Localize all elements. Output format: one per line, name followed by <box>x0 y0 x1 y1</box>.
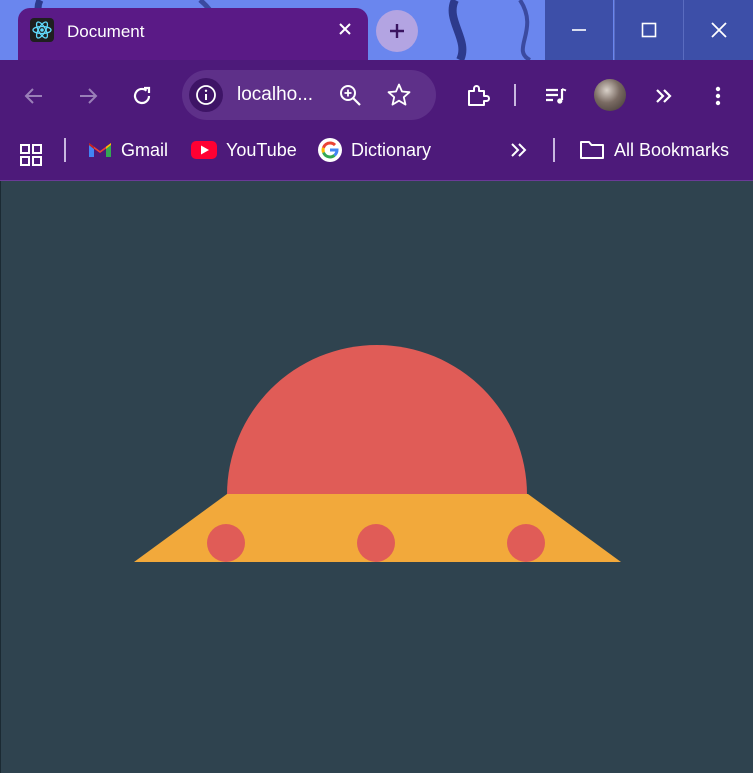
chevron-double-right-icon <box>511 143 527 157</box>
maximize-icon <box>641 22 657 38</box>
youtube-icon <box>191 141 217 159</box>
apps-grid-icon <box>20 144 42 166</box>
bookmark-label: Gmail <box>121 139 169 160</box>
bookmark-dictionary[interactable]: Dictionary <box>318 132 431 168</box>
ufo-dome <box>227 345 527 495</box>
bookmarks-divider <box>553 138 555 162</box>
folder-icon <box>579 139 605 161</box>
bookmarks-divider <box>64 138 66 162</box>
extensions-icon <box>468 85 490 106</box>
maximize-button[interactable] <box>614 0 683 60</box>
zoom-icon[interactable] <box>337 82 363 113</box>
more-bookmarks-button[interactable] <box>508 132 530 168</box>
back-icon <box>24 88 42 104</box>
all-bookmarks-button[interactable]: All Bookmarks <box>579 132 729 168</box>
apps-button[interactable] <box>19 137 43 173</box>
media-control-button[interactable] <box>538 78 574 114</box>
gmail-icon <box>88 141 112 159</box>
tab-document[interactable]: Document <box>18 8 368 60</box>
menu-icon <box>715 86 721 106</box>
site-info-icon[interactable] <box>189 78 223 112</box>
reload-icon <box>133 86 151 105</box>
all-bookmarks-label: All Bookmarks <box>614 139 730 160</box>
bookmarks-bar: Gmail YouTube Dictionary All Bookmarks <box>0 132 753 181</box>
bookmark-label: Dictionary <box>351 139 432 160</box>
plus-icon <box>390 24 404 38</box>
bookmark-star-icon[interactable] <box>386 82 412 113</box>
bookmark-label: YouTube <box>226 139 297 160</box>
menu-button[interactable] <box>700 78 736 114</box>
toolbar: localho... <box>0 60 753 132</box>
extensions-button[interactable] <box>459 78 495 114</box>
react-icon <box>30 18 54 42</box>
ufo-light <box>507 524 545 562</box>
ufo-light <box>357 524 395 562</box>
more-tools-icon <box>656 89 672 103</box>
tab-close-icon[interactable] <box>336 20 354 38</box>
url-text[interactable]: localho... <box>237 84 313 106</box>
google-icon <box>318 138 342 162</box>
browser-window: Document localho... Gmail YouTube Dictio… <box>0 0 753 773</box>
back-button[interactable] <box>16 78 52 114</box>
page-viewport <box>0 181 753 773</box>
bookmark-youtube[interactable]: YouTube <box>191 132 297 168</box>
new-tab-button[interactable] <box>376 10 418 52</box>
forward-button[interactable] <box>70 78 106 114</box>
close-icon <box>711 22 727 38</box>
profile-avatar[interactable] <box>594 79 626 111</box>
title-bar: Document <box>0 0 753 60</box>
more-tools-button[interactable] <box>646 78 682 114</box>
bookmark-gmail[interactable]: Gmail <box>88 132 168 168</box>
toolbar-divider <box>514 84 516 106</box>
address-bar[interactable]: localho... <box>182 70 436 120</box>
ufo-light <box>207 524 245 562</box>
reload-button[interactable] <box>124 78 160 114</box>
minimize-button[interactable] <box>545 0 613 60</box>
tab-title: Document <box>67 22 145 41</box>
close-window-button[interactable] <box>683 0 753 60</box>
forward-icon <box>80 88 98 104</box>
minimize-icon <box>572 29 586 31</box>
media-control-icon <box>546 88 567 104</box>
